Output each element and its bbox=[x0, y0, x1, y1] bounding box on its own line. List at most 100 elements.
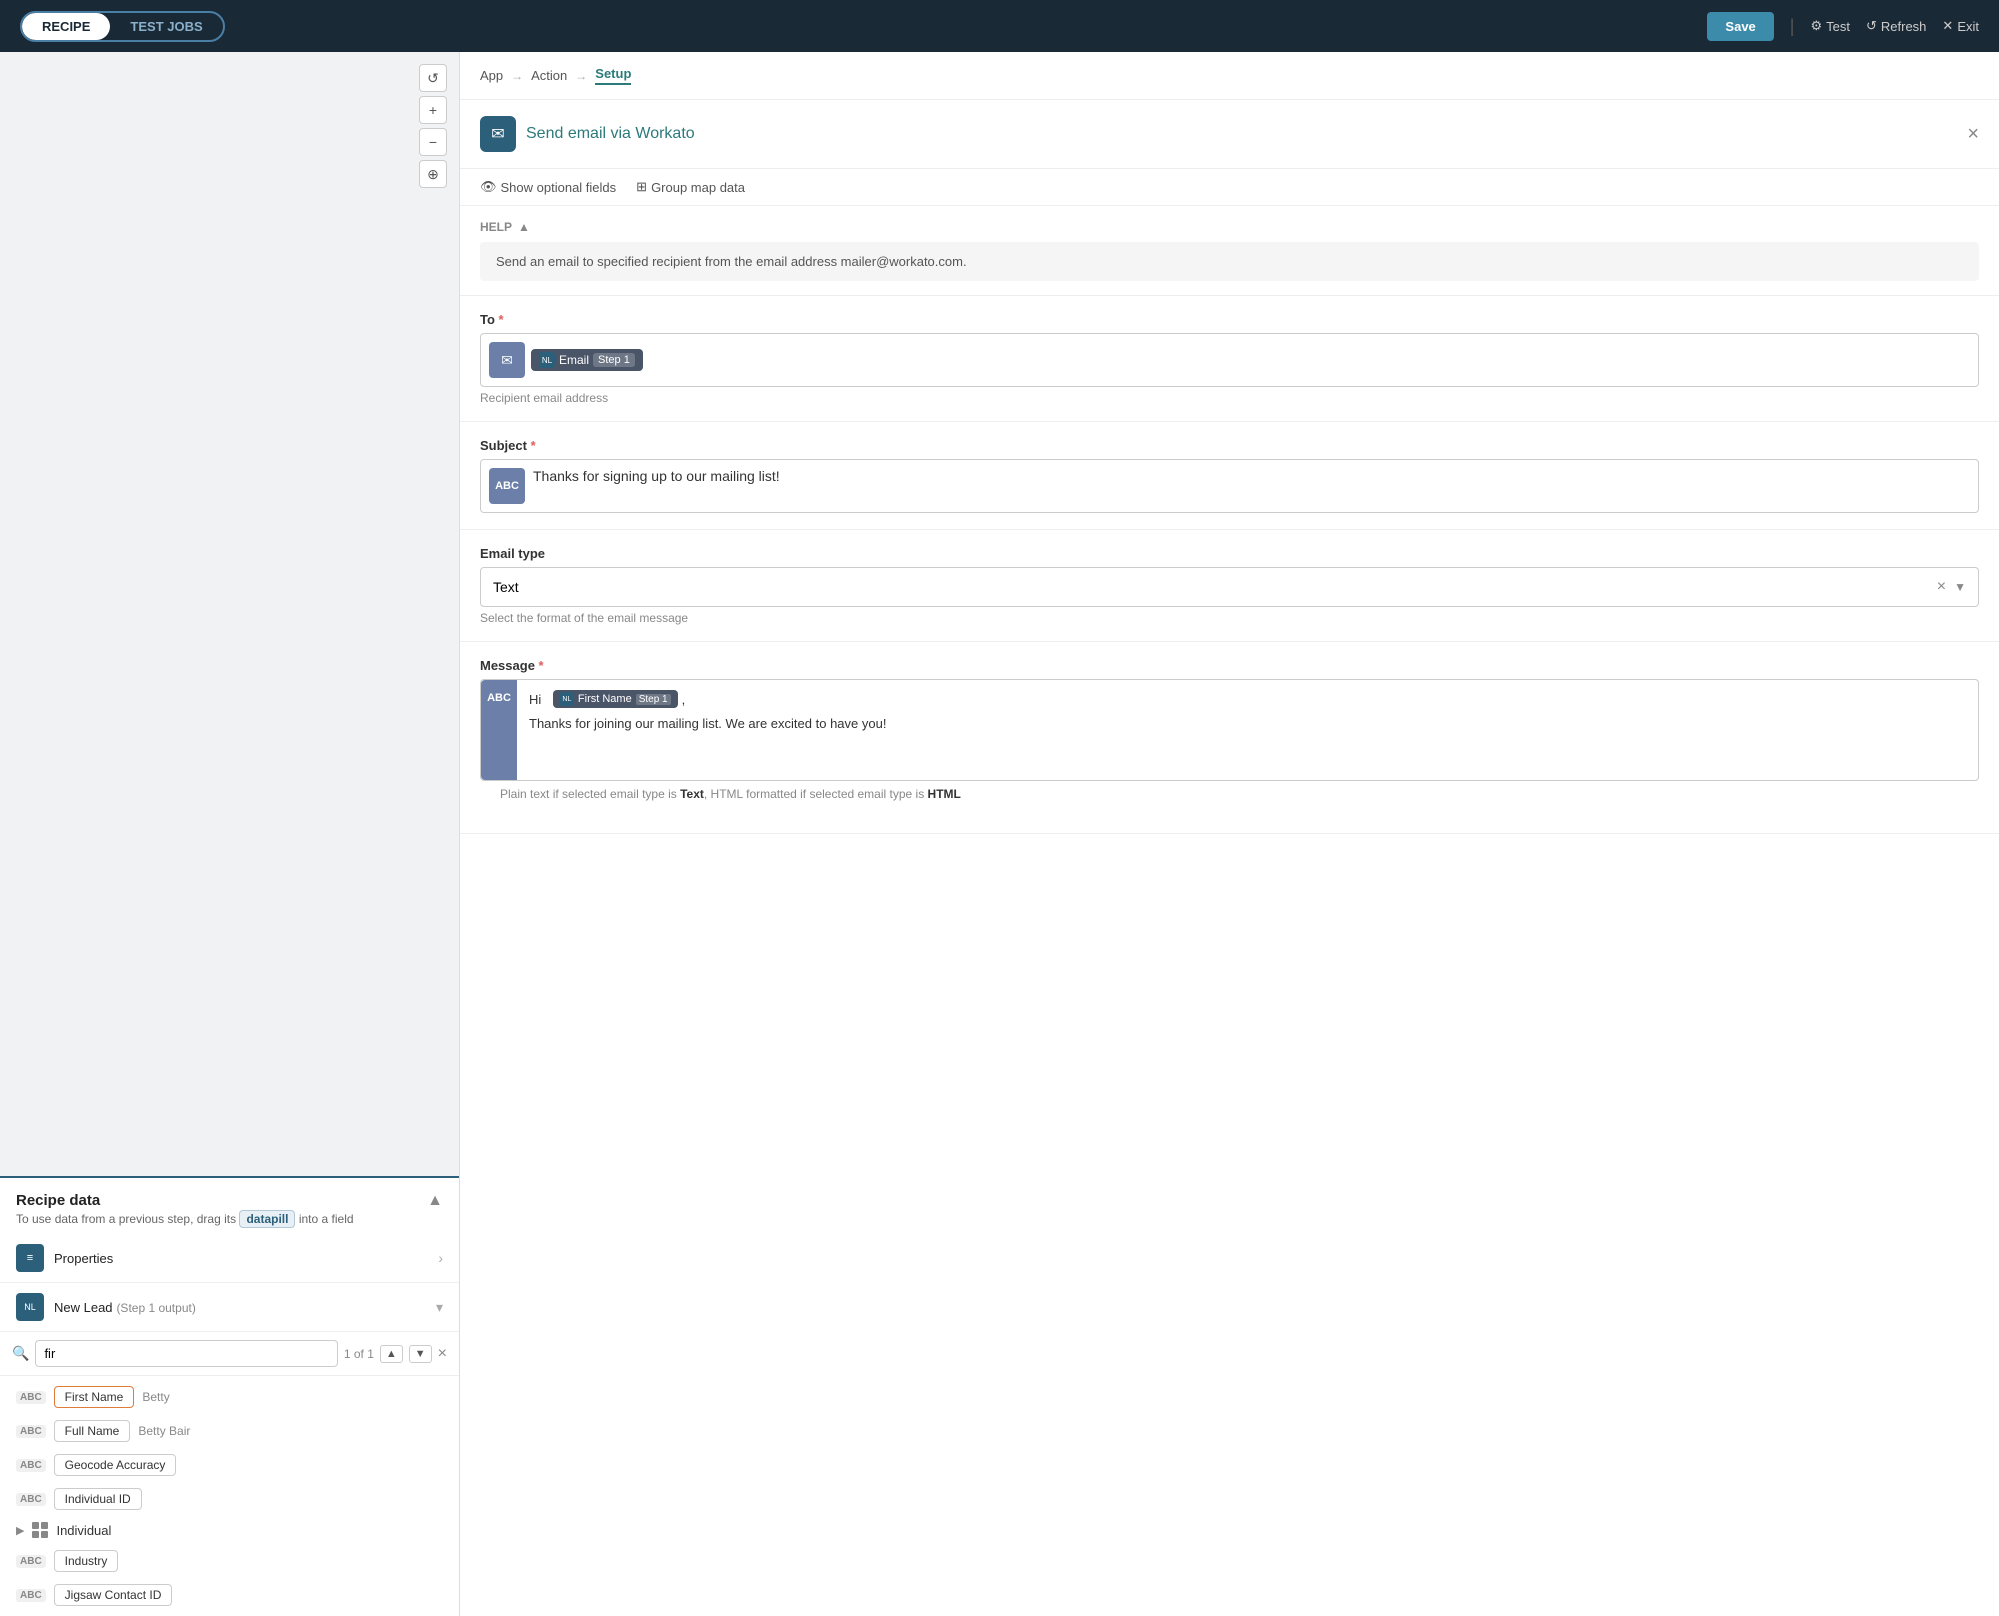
geocode-accuracy-pill[interactable]: Geocode Accuracy bbox=[54, 1454, 177, 1476]
subject-field-label: Subject * bbox=[480, 438, 1979, 453]
breadcrumb-arrow-1: → bbox=[511, 69, 523, 83]
refresh-icon: ↺ bbox=[1866, 18, 1877, 34]
new-lead-sublabel: (Step 1 output) bbox=[116, 1301, 195, 1315]
recipe-panel-header: Recipe data To use data from a previous … bbox=[0, 1178, 459, 1234]
left-canvas: ↺ + − ⊕ Recipe data To use data from a p… bbox=[0, 52, 460, 1616]
search-bar: 🔍 1 of 1 ▲ ▼ × bbox=[0, 1332, 459, 1376]
help-collapse-icon: ▲ bbox=[518, 220, 530, 234]
save-button[interactable]: Save bbox=[1707, 12, 1773, 41]
tab-group: RECIPE TEST JOBS bbox=[20, 11, 225, 42]
action-title-text: Send email via Workato bbox=[526, 125, 695, 143]
help-header[interactable]: HELP ▲ bbox=[480, 220, 1979, 234]
breadcrumb-action[interactable]: Action bbox=[531, 68, 567, 83]
individual-group-row[interactable]: ▶ Individual bbox=[0, 1516, 459, 1544]
list-item: ABC Industry bbox=[0, 1544, 459, 1578]
expand-icon: ▶ bbox=[16, 1524, 24, 1537]
datapill-badge: datapill bbox=[239, 1210, 295, 1228]
canvas-zoom-out-button[interactable]: − bbox=[419, 128, 447, 156]
industry-pill[interactable]: Industry bbox=[54, 1550, 119, 1572]
new-lead-icon: NL bbox=[16, 1293, 44, 1321]
message-field-label: Message * bbox=[480, 658, 1979, 673]
recipe-panel-title: Recipe data bbox=[16, 1192, 354, 1209]
list-item: ABC Geocode Accuracy bbox=[0, 1448, 459, 1482]
top-navigation: RECIPE TEST JOBS Save | ⚙ Test ↺ Refresh… bbox=[0, 0, 1999, 52]
to-field-input[interactable]: ✉ NL Email Step 1 bbox=[480, 333, 1979, 387]
tab-recipe[interactable]: RECIPE bbox=[22, 13, 110, 40]
message-field-section: Message * ABC Hi NL First Name Step 1 , bbox=[460, 642, 1999, 834]
subject-text-input[interactable] bbox=[533, 468, 1970, 484]
full-name-pill[interactable]: Full Name bbox=[54, 1420, 131, 1442]
test-icon: ⚙ bbox=[1810, 18, 1822, 34]
canvas-refresh-button[interactable]: ↺ bbox=[419, 64, 447, 92]
subject-field-input[interactable]: ABC bbox=[480, 459, 1979, 513]
canvas-fit-button[interactable]: ⊕ bbox=[419, 160, 447, 188]
pill-icon: NL bbox=[560, 692, 574, 706]
pill-list: ABC First Name Betty ABC Full Name Betty… bbox=[0, 1376, 459, 1616]
pill-source-icon: NL bbox=[539, 352, 555, 368]
search-prev-button[interactable]: ▲ bbox=[380, 1345, 403, 1363]
email-type-select[interactable]: Text × ▼ bbox=[480, 567, 1979, 607]
recipe-item-properties[interactable]: ≡ Properties › bbox=[0, 1234, 459, 1283]
right-panel: App → Action → Setup ✉ Send email via Wo… bbox=[460, 52, 1999, 1616]
pill-type-badge: ABC bbox=[16, 1555, 46, 1568]
search-count: 1 of 1 bbox=[344, 1347, 374, 1361]
recipe-item-new-lead[interactable]: NL New Lead (Step 1 output) ▾ bbox=[0, 1283, 459, 1332]
select-clear-button[interactable]: × bbox=[1937, 578, 1946, 596]
canvas-controls: ↺ + − ⊕ bbox=[419, 64, 447, 188]
message-body-line: Thanks for joining our mailing list. We … bbox=[529, 716, 1966, 731]
to-field-hint: Recipient email address bbox=[480, 391, 1979, 405]
email-type-section: Email type Text × ▼ Select the format of… bbox=[460, 530, 1999, 642]
first-name-value: Betty bbox=[142, 1390, 169, 1404]
recipe-data-panel: Recipe data To use data from a previous … bbox=[0, 1176, 459, 1616]
list-item: ABC Full Name Betty Bair bbox=[0, 1414, 459, 1448]
group-map-data-button[interactable]: ⊞ Group map data bbox=[636, 179, 745, 195]
search-next-button[interactable]: ▼ bbox=[409, 1345, 432, 1363]
search-input[interactable] bbox=[35, 1340, 337, 1367]
message-greeting-line: Hi NL First Name Step 1 , bbox=[529, 690, 1966, 708]
first-name-message-pill[interactable]: NL First Name Step 1 bbox=[553, 690, 678, 708]
subject-icon: ABC bbox=[489, 468, 525, 504]
new-lead-chevron-icon: ▾ bbox=[436, 1299, 443, 1316]
help-section: HELP ▲ Send an email to specified recipi… bbox=[460, 206, 1999, 296]
pill-type-badge: ABC bbox=[16, 1391, 46, 1404]
to-field-label: To * bbox=[480, 312, 1979, 327]
message-input[interactable]: ABC Hi NL First Name Step 1 , Thanks for bbox=[480, 679, 1979, 781]
action-title: ✉ Send email via Workato bbox=[480, 116, 695, 152]
breadcrumb-setup[interactable]: Setup bbox=[595, 66, 631, 85]
jigsaw-contact-id-pill[interactable]: Jigsaw Contact ID bbox=[54, 1584, 173, 1606]
list-item: ABC Individual ID bbox=[0, 1482, 459, 1516]
recipe-panel-body: ≡ Properties › NL New Lead (Step 1 outpu… bbox=[0, 1234, 459, 1616]
individual-id-pill[interactable]: Individual ID bbox=[54, 1488, 142, 1510]
first-name-pill[interactable]: First Name bbox=[54, 1386, 135, 1408]
pill-type-badge: ABC bbox=[16, 1459, 46, 1472]
breadcrumb-app[interactable]: App bbox=[480, 68, 503, 83]
test-link[interactable]: ⚙ Test bbox=[1810, 18, 1850, 34]
search-clear-button[interactable]: × bbox=[438, 1345, 447, 1363]
group-map-icon: ⊞ bbox=[636, 179, 647, 195]
refresh-link[interactable]: ↺ Refresh bbox=[1866, 18, 1926, 34]
help-body: Send an email to specified recipient fro… bbox=[480, 242, 1979, 281]
recipe-panel-collapse-button[interactable]: ▲ bbox=[427, 1192, 443, 1210]
exit-link[interactable]: ✕ Exit bbox=[1942, 18, 1979, 34]
tab-test-jobs[interactable]: TEST JOBS bbox=[110, 13, 222, 40]
to-field-pill[interactable]: NL Email Step 1 bbox=[531, 349, 643, 371]
canvas-zoom-in-button[interactable]: + bbox=[419, 96, 447, 124]
list-item: ABC Jigsaw Contact ID bbox=[0, 1578, 459, 1612]
nav-actions: Save | ⚙ Test ↺ Refresh ✕ Exit bbox=[1707, 12, 1979, 41]
close-icon: ✕ bbox=[1942, 18, 1953, 34]
pill-type-badge: ABC bbox=[16, 1493, 46, 1506]
individual-label: Individual bbox=[56, 1523, 111, 1538]
recipe-panel-subtitle: To use data from a previous step, drag i… bbox=[16, 1212, 354, 1226]
close-button[interactable]: × bbox=[1967, 123, 1979, 146]
select-arrow-icon: ▼ bbox=[1954, 580, 1966, 594]
subject-field-section: Subject * ABC bbox=[460, 422, 1999, 530]
message-footer: Plain text if selected email type is Tex… bbox=[480, 781, 1979, 817]
pill-type-badge: ABC bbox=[16, 1589, 46, 1602]
breadcrumb: App → Action → Setup bbox=[460, 52, 1999, 100]
list-item: ABC First Name Betty bbox=[0, 1380, 459, 1414]
main-layout: ↺ + − ⊕ Recipe data To use data from a p… bbox=[0, 52, 1999, 1616]
show-optional-fields-button[interactable]: 👁 Show optional fields bbox=[480, 179, 616, 195]
message-content: Hi NL First Name Step 1 , Thanks for joi… bbox=[517, 680, 1978, 749]
search-icon: 🔍 bbox=[12, 1345, 29, 1362]
action-header: ✉ Send email via Workato × bbox=[460, 100, 1999, 169]
